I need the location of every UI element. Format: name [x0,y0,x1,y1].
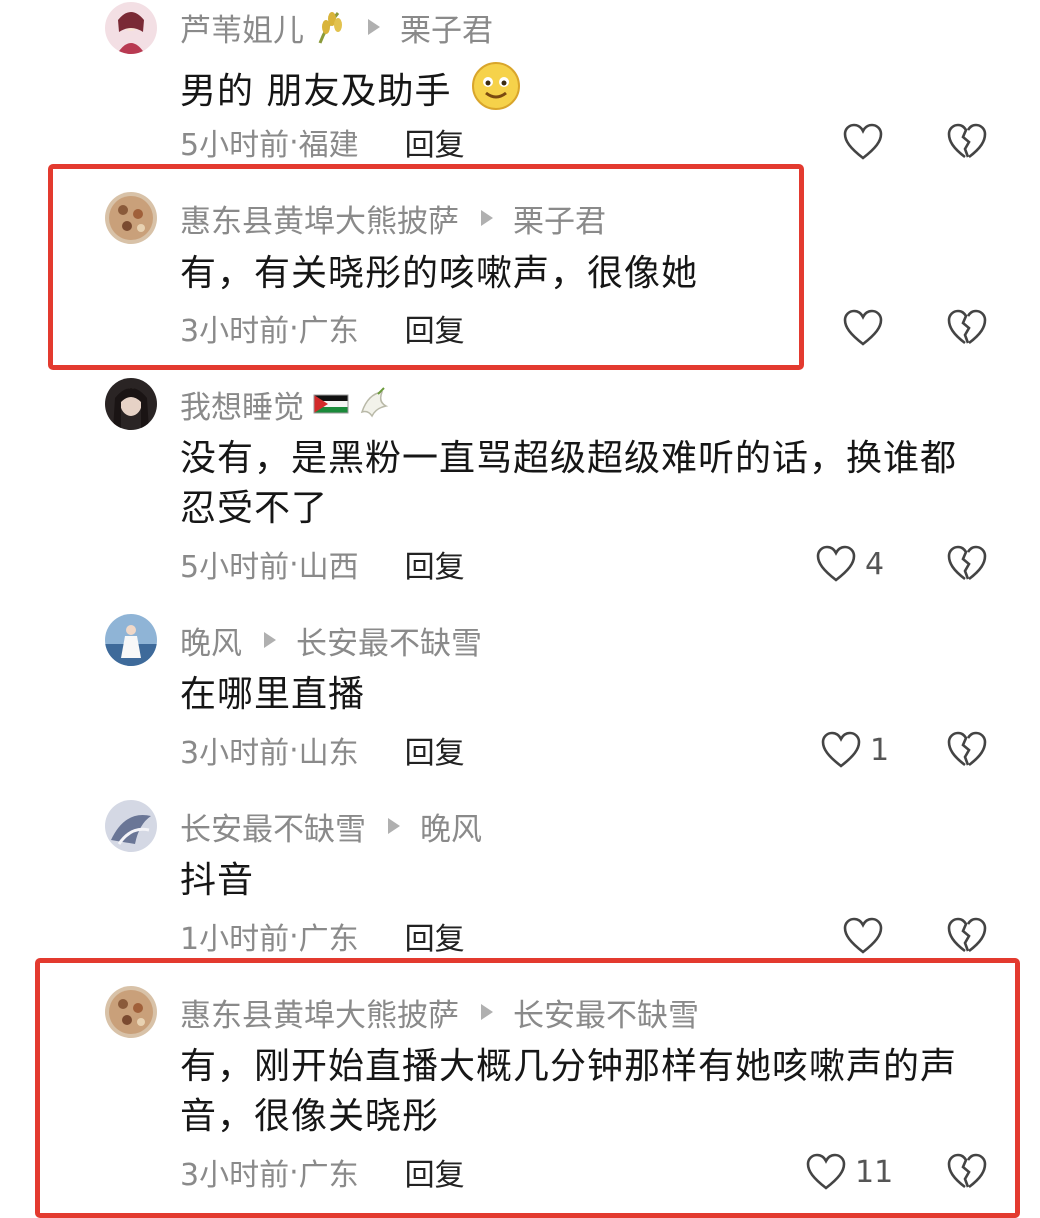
reply-arrow-icon [388,818,400,834]
comment-header: 惠东县黄埠大熊披萨 栗子君 [180,196,606,240]
wheat-icon [312,9,346,45]
broken-heart-icon [947,917,987,953]
comment-location: 广东 [298,1158,359,1193]
comment-location: 福建 [298,128,359,163]
avatar[interactable] [105,800,157,852]
comment-footer: 5小时前 · 福建 回复 [180,120,465,164]
comment-footer: 5小时前 · 山西 回复 [180,542,465,586]
dislike-button[interactable] [946,306,988,350]
reply-to-name[interactable]: 栗子君 [513,196,606,241]
avatar[interactable] [105,378,157,430]
avatar[interactable] [105,2,157,54]
comment-location: 山东 [298,736,359,771]
comment-time: 1小时前 [180,922,290,957]
heart-icon [843,123,883,160]
smile-icon [470,60,522,126]
comment-header: 我想睡觉 [180,382,394,426]
reply-button[interactable]: 回复 [405,306,465,350]
dislike-button[interactable] [946,542,988,586]
dislike-button[interactable] [946,120,988,164]
comment-text: 有，刚开始直播大概几分钟那样有她咳嗽声的声音，很像关晓彤 [180,1046,958,1137]
reply-arrow-icon [264,632,276,648]
comment-text: 抖音 [180,860,255,901]
like-button[interactable] [842,914,884,958]
comment-header: 长安最不缺雪 晚风 [180,804,482,848]
like-count: 11 [855,1154,894,1190]
broken-heart-icon [947,123,987,159]
separator: · [289,1154,299,1190]
author-name[interactable]: 芦苇姐儿 [180,5,304,50]
avatar[interactable] [105,192,157,244]
heart-icon [821,731,861,768]
reply-button[interactable]: 回复 [405,542,465,586]
author-name[interactable]: 长安最不缺雪 [180,804,366,849]
reply-to-name[interactable]: 晚风 [420,804,482,849]
comment-time: 3小时前 [180,736,290,771]
comment-footer: 3小时前 · 山东 回复 [180,728,465,772]
comment-time: 3小时前 [180,1158,290,1193]
reply-button[interactable]: 回复 [405,914,465,958]
separator: · [289,124,299,160]
like-count: 1 [870,732,890,768]
broken-heart-icon [947,1153,987,1189]
reply-arrow-icon [481,1004,493,1020]
comment-text: 没有，是黑粉一直骂超级超级难听的话，换谁都忍受不了 [180,438,958,529]
comment-header: 惠东县黄埠大熊披萨 长安最不缺雪 [180,990,699,1034]
reply-arrow-icon [481,210,493,226]
like-button[interactable] [842,120,884,164]
heart-icon [843,309,883,346]
reply-to-name[interactable]: 栗子君 [400,5,493,50]
reply-to-name[interactable]: 长安最不缺雪 [513,990,699,1035]
heart-icon [816,545,856,582]
author-name[interactable]: 惠东县黄埠大熊披萨 [180,196,459,241]
comment-location: 广东 [298,922,359,957]
dislike-button[interactable] [946,1150,988,1194]
comment-header: 晚风 长安最不缺雪 [180,618,482,662]
like-button[interactable]: 1 [820,728,889,772]
like-button[interactable]: 11 [805,1150,893,1194]
reply-to-name[interactable]: 长安最不缺雪 [296,618,482,663]
reply-button[interactable]: 回复 [405,1150,465,1194]
comment-time: 3小时前 [180,314,290,349]
comment-header: 芦苇姐儿 栗子君 [180,5,493,49]
heart-icon [806,1153,846,1190]
comment-location: 山西 [298,550,359,585]
broken-heart-icon [947,309,987,345]
comment-time: 5小时前 [180,128,290,163]
separator: · [289,918,299,954]
author-name[interactable]: 我想睡觉 [180,382,304,427]
reply-button[interactable]: 回复 [405,728,465,772]
dislike-button[interactable] [946,914,988,958]
separator: · [289,732,299,768]
comment-text: 有，有关晓彤的咳嗽声，很像她 [180,253,699,294]
like-button[interactable] [842,306,884,350]
avatar[interactable] [105,614,157,666]
like-count: 4 [865,546,885,582]
broken-heart-icon [947,731,987,767]
comment-time: 5小时前 [180,550,290,585]
comment-footer: 3小时前 · 广东 回复 [180,1150,465,1194]
reply-arrow-icon [368,19,380,35]
avatar[interactable] [105,986,157,1038]
reply-button[interactable]: 回复 [405,120,465,164]
like-button[interactable]: 4 [815,542,884,586]
heart-icon [843,917,883,954]
comment-location: 广东 [298,314,359,349]
dislike-button[interactable] [946,728,988,772]
author-name[interactable]: 晚风 [180,618,242,663]
comment-footer: 1小时前 · 广东 回复 [180,914,465,958]
comment-text: 男的 朋友及助手 [180,60,980,126]
broken-heart-icon [947,545,987,581]
comment-text: 在哪里直播 [180,674,366,715]
separator: · [289,546,299,582]
author-name[interactable]: 惠东县黄埠大熊披萨 [180,990,459,1035]
comment-footer: 3小时前 · 广东 回复 [180,306,465,350]
separator: · [289,310,299,346]
palestine-flag-and-dove-icon [312,386,394,422]
